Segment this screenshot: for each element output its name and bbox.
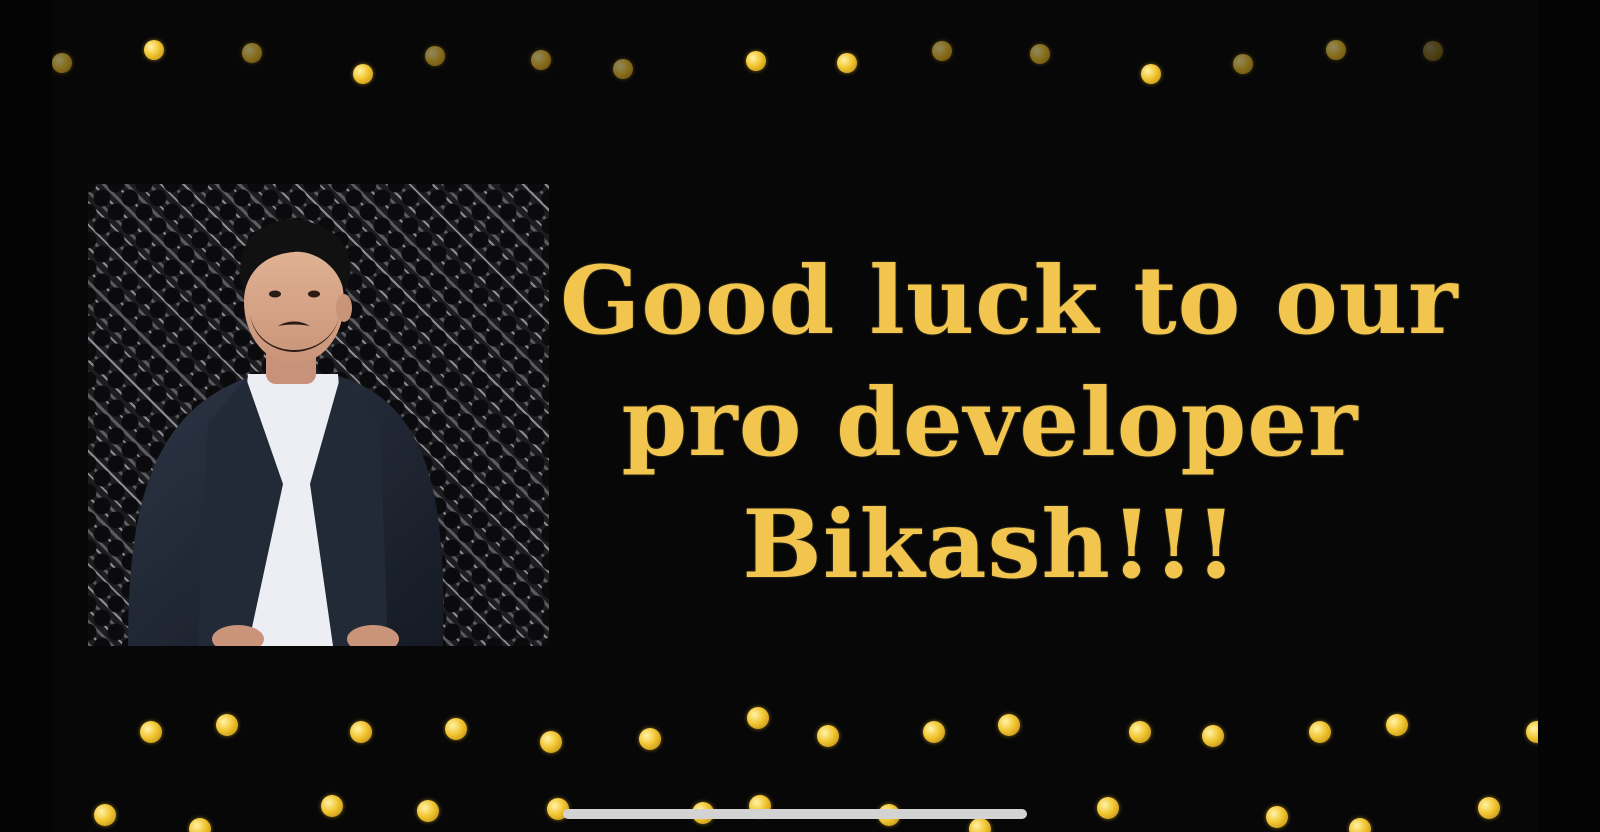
confetti-dot	[639, 728, 661, 750]
confetti-dot	[923, 721, 945, 743]
home-indicator-bar[interactable]	[563, 809, 1027, 819]
confetti-dot	[1478, 797, 1500, 819]
portrait-photo	[88, 184, 549, 646]
confetti-dot	[353, 64, 373, 84]
confetti-dot	[1202, 725, 1224, 747]
person-illustration	[128, 219, 444, 646]
confetti-dot	[817, 725, 839, 747]
confetti-dot	[932, 41, 952, 61]
confetti-dot	[1309, 721, 1331, 743]
confetti-dot	[350, 721, 372, 743]
headline-line-2: pro developer	[621, 368, 1359, 478]
confetti-dot	[1129, 721, 1151, 743]
confetti-dot	[1386, 714, 1408, 736]
confetti-dot	[1233, 54, 1253, 74]
screen: Good luck to our pro developer Bikash!!!	[0, 0, 1600, 832]
greeting-headline: Good luck to our pro developer Bikash!!!	[560, 240, 1459, 606]
confetti-dot	[1326, 40, 1346, 60]
confetti-dot	[321, 795, 343, 817]
confetti-dot	[445, 718, 467, 740]
confetti-dot	[613, 59, 633, 79]
confetti-dot	[1141, 64, 1161, 84]
confetti-dot	[216, 714, 238, 736]
headline-line-1: Good luck to our	[560, 246, 1459, 356]
confetti-dot	[998, 714, 1020, 736]
confetti-dot	[425, 46, 445, 66]
confetti-dot	[540, 731, 562, 753]
confetti-dot	[746, 51, 766, 71]
confetti-dot	[1349, 818, 1371, 832]
confetti-dot	[1423, 41, 1443, 61]
confetti-dot	[969, 818, 991, 832]
confetti-dot	[1526, 721, 1538, 743]
headline-line-3: Bikash!!!	[742, 490, 1238, 600]
confetti-dot	[531, 50, 551, 70]
confetti-dot	[1030, 44, 1050, 64]
confetti-dot	[94, 804, 116, 826]
confetti-dot	[1097, 797, 1119, 819]
confetti-dot	[837, 53, 857, 73]
confetti-dot	[242, 43, 262, 63]
confetti-dot	[52, 53, 72, 73]
confetti-dot	[417, 800, 439, 822]
confetti-dot	[144, 40, 164, 60]
confetti-dot	[189, 818, 211, 832]
confetti-dot	[140, 721, 162, 743]
confetti-dot	[1266, 806, 1288, 828]
confetti-dot	[747, 707, 769, 729]
